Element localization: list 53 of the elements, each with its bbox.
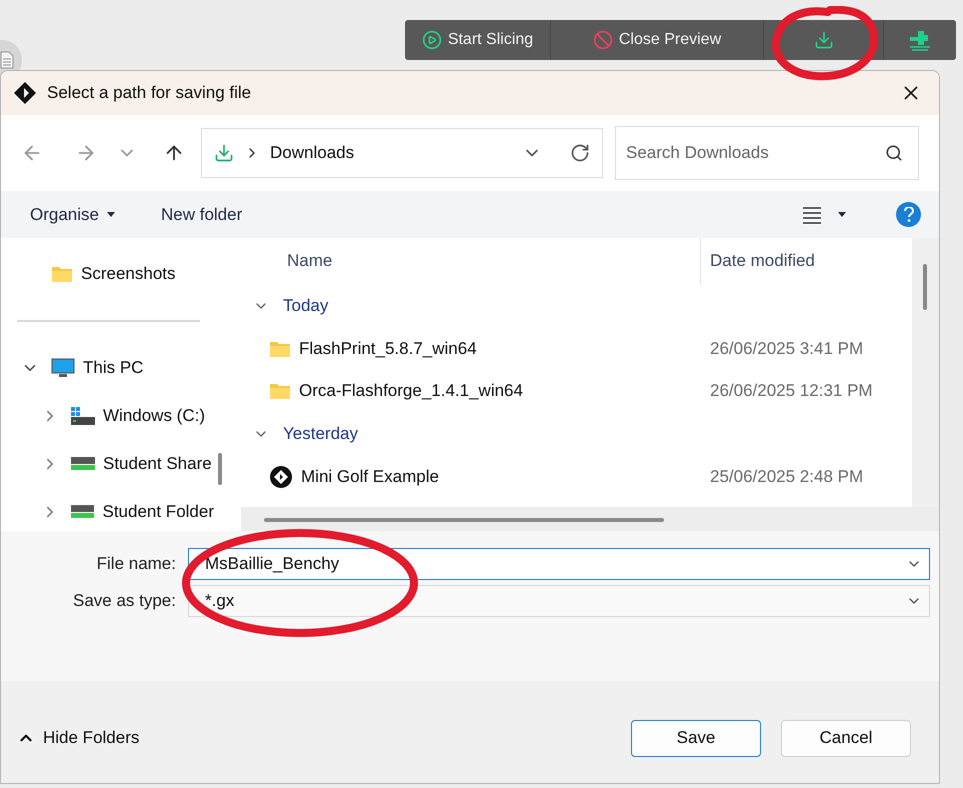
group-header[interactable]: Yesterday xyxy=(283,424,358,444)
app-logo-icon xyxy=(13,81,37,105)
toolbar-button[interactable]: Close Preview xyxy=(551,20,764,60)
plug-icon xyxy=(908,29,932,51)
download-icon xyxy=(214,143,234,163)
address-bar[interactable]: Downloads xyxy=(201,128,603,178)
caret-icon[interactable] xyxy=(838,212,846,217)
monitor-icon xyxy=(51,358,75,378)
file-name[interactable]: Orca-Flashforge_1.4.1_win64 xyxy=(299,381,523,401)
hide-folders-button[interactable]: Hide Folders xyxy=(17,728,140,748)
dialog-button[interactable]: Save xyxy=(631,720,761,756)
search-icon[interactable] xyxy=(885,144,903,162)
file-name[interactable]: Mini Golf Example xyxy=(301,467,439,487)
view-menu[interactable] xyxy=(802,206,846,224)
date-modified: 25/06/2025 2:48 PM xyxy=(709,467,864,487)
dialog-button[interactable]: Cancel xyxy=(781,720,911,756)
folder-icon xyxy=(269,340,291,358)
nav-item[interactable]: Screenshots xyxy=(81,264,176,284)
download-icon xyxy=(814,30,834,50)
vertical-scrollbar[interactable] xyxy=(912,238,939,507)
date-modified: 26/06/2025 12:31 PM xyxy=(709,381,873,401)
play-icon xyxy=(422,30,442,50)
column-header[interactable]: Name xyxy=(241,238,701,284)
path-text: Downloads xyxy=(270,143,356,163)
file-name[interactable]: FlashPrint_5.8.7_win64 xyxy=(299,339,477,359)
new-folder-button[interactable]: New folder xyxy=(160,204,242,224)
window-title: Select a path for saving file xyxy=(47,83,252,103)
search-field[interactable]: Search Downloads xyxy=(615,126,919,180)
nav-item[interactable]: Student Share xyxy=(103,454,212,474)
file-name-field[interactable]: MsBaillie_Benchy xyxy=(188,548,930,580)
field-label: File name: xyxy=(96,554,176,574)
toolbar-button[interactable]: Start Slicing xyxy=(405,20,551,60)
column-header[interactable]: Date modified xyxy=(701,238,901,284)
app-file-icon xyxy=(269,465,293,489)
nav-item[interactable]: Windows (C:) xyxy=(103,406,206,426)
help-icon[interactable] xyxy=(896,202,921,227)
list-view-icon[interactable] xyxy=(802,206,822,224)
drive-icon xyxy=(70,505,94,519)
organise-menu[interactable]: Organise xyxy=(30,204,115,224)
refresh-icon[interactable] xyxy=(570,143,590,163)
stop-icon xyxy=(592,30,613,50)
horizontal-scrollbar[interactable] xyxy=(241,507,939,531)
date-modified: 26/06/2025 3:41 PM xyxy=(709,339,864,359)
file-type-dropdown[interactable]: *.gx xyxy=(188,585,930,617)
drive-icon xyxy=(71,457,95,471)
folder-icon xyxy=(51,265,73,283)
drive-icon xyxy=(71,407,95,425)
folder-icon xyxy=(269,382,291,400)
field-label: Save as type: xyxy=(72,591,176,611)
nav-item[interactable]: Student Folder xyxy=(102,502,214,522)
group-header[interactable]: Today xyxy=(283,296,328,316)
nav-item[interactable]: This PC xyxy=(83,358,144,378)
caret-icon[interactable] xyxy=(106,212,115,217)
